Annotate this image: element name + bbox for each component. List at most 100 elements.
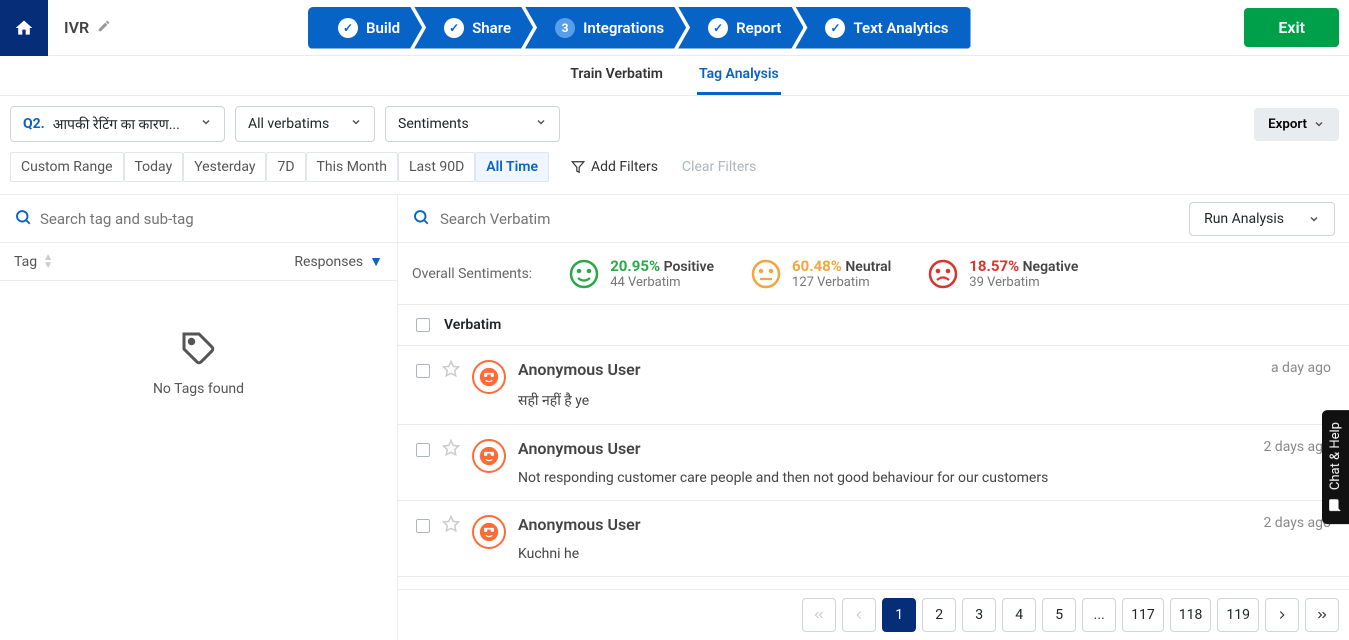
date-filter-yesterday[interactable]: Yesterday (183, 152, 266, 182)
check-icon: ✓ (444, 18, 464, 38)
chevron-down-icon (535, 116, 547, 132)
face-neutral-icon (750, 258, 782, 290)
project-name-text: IVR (64, 18, 89, 37)
tag-icon (181, 331, 217, 367)
chevron-down-icon (200, 116, 212, 132)
page-first (802, 598, 836, 632)
step-report[interactable]: ✓Report (678, 7, 803, 49)
sentiment-label: Positive (664, 259, 714, 275)
tab-train-verbatim[interactable]: Train Verbatim (568, 56, 665, 95)
step-text-analytics[interactable]: ✓ Text Analytics (795, 7, 970, 49)
verbatim-item[interactable]: Anonymous User Kuchni he 2 days ago (398, 501, 1349, 577)
verbatim-item[interactable]: Anonymous Userसही नहीं है yea day ago (398, 346, 1349, 425)
verbatim-item[interactable]: Anonymous UserNot responding customer ca… (398, 425, 1349, 501)
step-label: Report (736, 19, 781, 37)
verbatims-select[interactable]: All verbatims (235, 106, 375, 142)
star-icon[interactable] (442, 515, 460, 533)
step-integrations[interactable]: 3 Integrations (525, 7, 686, 49)
responses-header-label: Responses (294, 254, 363, 270)
date-filter-row: Custom RangeTodayYesterday7DThis MonthLa… (0, 152, 1349, 195)
step-label: Share (472, 19, 511, 37)
avatar-icon (472, 360, 506, 394)
add-filters[interactable]: Add Filters (563, 159, 666, 175)
left-panel: Tag ▲▼ Responses ▼ No Tags found (0, 195, 398, 640)
run-analysis-select[interactable]: Run Analysis (1189, 202, 1335, 236)
edit-icon[interactable] (97, 18, 111, 37)
avatar-icon (472, 515, 506, 549)
step-build[interactable]: ✓ Build (308, 7, 422, 49)
face-negative-icon (927, 258, 959, 290)
tab-tag-analysis[interactable]: Tag Analysis (697, 56, 781, 95)
date-filter-custom-range[interactable]: Custom Range (10, 152, 124, 182)
date-filter-all-time[interactable]: All Time (475, 152, 549, 182)
page-117[interactable]: 117 (1122, 598, 1164, 632)
verbatim-header-row: Verbatim (398, 305, 1349, 346)
chat-icon (1329, 498, 1343, 512)
caret-down-icon: ▼ (369, 253, 383, 270)
sentiment-percent: 18.57% (969, 257, 1019, 275)
date-filter-this-month[interactable]: This Month (306, 152, 398, 182)
verbatim-user: Anonymous User (518, 515, 1331, 534)
page-5[interactable]: 5 (1042, 598, 1076, 632)
check-icon: ✓ (338, 18, 358, 38)
overall-sentiments-label: Overall Sentiments: (412, 266, 532, 282)
progress-steps: ✓ Build ✓ Share 3 Integrations ✓Report ✓ Text An… (308, 7, 971, 49)
chevron-down-icon (1313, 118, 1325, 130)
question-select[interactable]: Q2. आपकी रेटिंग का कारण... (10, 106, 225, 142)
sentiments-label: Sentiments (398, 116, 469, 132)
verbatim-text: Not responding customer care people and … (518, 470, 1331, 486)
export-button[interactable]: Export (1254, 108, 1339, 141)
item-checkbox[interactable] (416, 364, 430, 378)
responses-column-header[interactable]: Responses ▼ (294, 253, 383, 270)
page-119[interactable]: 119 (1217, 598, 1259, 632)
star-icon[interactable] (442, 360, 460, 378)
item-checkbox[interactable] (416, 443, 430, 457)
tag-column-header[interactable]: Tag ▲▼ (14, 253, 53, 270)
page-last[interactable] (1305, 598, 1339, 632)
page-118[interactable]: 118 (1170, 598, 1212, 632)
exit-button[interactable]: Exit (1244, 8, 1339, 47)
sentiments-select[interactable]: Sentiments (385, 106, 560, 142)
verbatim-search-input[interactable] (440, 210, 1179, 228)
date-filter-last-90d[interactable]: Last 90D (398, 152, 475, 182)
date-filter-today[interactable]: Today (124, 152, 184, 182)
content-area: Tag ▲▼ Responses ▼ No Tags found Run Ana… (0, 195, 1349, 640)
step-share[interactable]: ✓ Share (414, 7, 533, 49)
verbatims-label: All verbatims (248, 116, 329, 132)
item-checkbox[interactable] (416, 519, 430, 533)
filter-icon (571, 160, 585, 174)
select-all-checkbox[interactable] (416, 318, 430, 332)
date-filter-7d[interactable]: 7D (266, 152, 305, 182)
verbatim-time: 2 days ago (1263, 515, 1331, 531)
project-name[interactable]: IVR (48, 18, 168, 37)
verbatim-time: 2 days ago (1263, 439, 1331, 455)
star-icon[interactable] (442, 439, 460, 457)
page-4[interactable]: 4 (1002, 598, 1036, 632)
check-icon: ✓ (825, 18, 845, 38)
tag-search-input[interactable] (40, 210, 383, 228)
page-3[interactable]: 3 (962, 598, 996, 632)
sentiment-label: Negative (1023, 259, 1079, 275)
page-prev (842, 598, 876, 632)
clear-filters[interactable]: Clear Filters (674, 159, 764, 175)
page-next[interactable] (1265, 598, 1299, 632)
face-positive-icon (568, 258, 600, 290)
home-button[interactable] (0, 0, 48, 56)
sentiment-percent: 60.48% (792, 257, 842, 275)
step-label: Build (366, 19, 400, 37)
sentiment-label: Neutral (845, 259, 891, 275)
sentiment-positive: 20.95% Positive44 Verbatim (568, 257, 714, 290)
page-1[interactable]: 1 (882, 598, 916, 632)
question-prefix: Q2. (23, 116, 45, 132)
verbatim-text: Kuchni he (518, 546, 1331, 562)
page-2[interactable]: 2 (922, 598, 956, 632)
top-header: IVR ✓ Build ✓ Share 3 Integrations ✓Report ✓ Tex… (0, 0, 1349, 56)
step-number-icon: 3 (555, 18, 575, 38)
step-label: Integrations (583, 19, 664, 37)
verbatim-text: सही नहीं है ye (518, 391, 1331, 410)
chat-help-tab[interactable]: Chat & Help (1322, 410, 1349, 524)
step-label: Text Analytics (853, 19, 948, 37)
add-filters-label: Add Filters (591, 159, 658, 175)
question-text: आपकी रेटिंग का कारण... (53, 115, 180, 134)
verbatim-search-row: Run Analysis (398, 195, 1349, 243)
